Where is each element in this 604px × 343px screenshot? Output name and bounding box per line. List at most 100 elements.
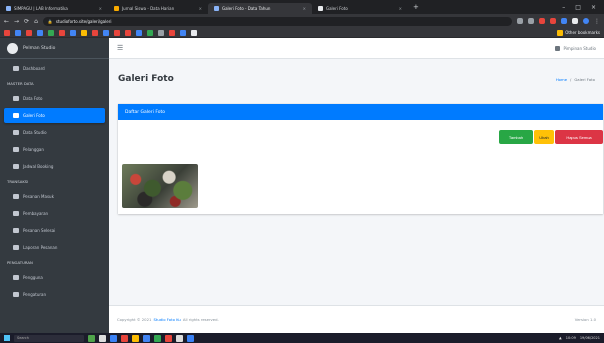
sidebar-item-jadwal-booking[interactable]: Jadwal Booking [4,159,105,174]
bookmark-icon[interactable] [26,29,32,36]
sidebar-item-pengguna[interactable]: Pengguna [4,270,105,285]
taskbar-app-icon[interactable] [143,334,150,342]
menu-toggle-icon[interactable]: ☰ [117,44,123,52]
content-wrapper: Galeri Foto Home / Galeri Foto Daftar Ga… [109,59,604,305]
profile-avatar-icon[interactable] [583,18,589,24]
breadcrumb-current: Galeri Foto [574,76,595,82]
extension-icon[interactable] [572,18,578,24]
taskbar-app-icon[interactable] [154,334,161,342]
breadcrumb-home-link[interactable]: Home [556,77,567,82]
taskbar-app-icon[interactable] [165,334,172,342]
taskbar-app-icon[interactable] [110,334,117,342]
forward-icon[interactable]: → [14,18,19,25]
extension-icon[interactable] [550,18,556,24]
sidebar-item-laporan-pesanan[interactable]: Laporan Pesanan [4,240,105,255]
bookmark-icon[interactable] [191,29,197,36]
sidebar-item-pesanan-selesai[interactable]: Pesanan Selesai [4,223,105,238]
sidebar-section-header: TRANSAKSI [7,179,29,184]
extension-icon[interactable] [517,18,523,24]
url-input[interactable]: 🔒 studioforto.site/galeri/galeri [42,16,512,26]
sidebar-item-pengaturan[interactable]: Pengaturan [4,287,105,302]
sidebar-item-label: Data Foto [23,96,43,101]
lock-icon: 🔒 [47,18,53,24]
footer-brand-link[interactable]: Studio Foto Ku [153,317,180,322]
card-header: Daftar Galeri Foto [118,104,603,120]
bookmark-icon[interactable] [81,29,87,36]
bookmark-icon[interactable] [103,29,109,36]
taskbar-app-icon[interactable] [121,334,128,342]
bookmark-icon[interactable] [180,29,186,36]
bookmark-icon[interactable] [136,29,142,36]
brand-link[interactable]: Pelman Studio [0,38,109,59]
gallery-card: Daftar Galeri Foto Tambah Ubah Hapus Sem… [118,104,603,214]
tab-favicon-icon [214,6,219,11]
bookmark-icon[interactable] [59,29,65,36]
sidebar-item-data-studio[interactable]: Data Studio [4,125,105,140]
taskbar-search-input[interactable]: Search [14,334,84,342]
minimize-button[interactable]: – [562,4,565,11]
tab-title: Galeri Foto - Data Tahun [222,6,271,11]
taskbar-app-icon[interactable] [187,334,194,342]
other-bookmarks[interactable]: Other bookmarks [557,29,600,36]
tab-close-icon[interactable]: × [99,6,102,11]
extension-icon[interactable] [528,18,534,24]
gallery-photo-thumbnail[interactable] [122,164,198,208]
clock-time[interactable]: 10:09 [566,336,576,340]
bookmark-icon[interactable] [114,29,120,36]
edit-button[interactable]: Ubah [534,130,554,144]
taskbar-app-icon[interactable] [132,334,139,342]
browser-tab[interactable]: Jurnal Siswa - Data Harian × [108,3,208,14]
sidebar-item-pelanggan[interactable]: Pelanggan [4,142,105,157]
bookmark-icon[interactable] [70,29,76,36]
sidebar-section-header: MASTER DATA [7,81,34,86]
bookmark-icon[interactable] [48,29,54,36]
bookmark-icon[interactable] [15,29,21,36]
new-tab-button[interactable]: + [408,3,424,11]
home-icon[interactable]: ⌂ [34,18,38,25]
sidebar-item-dashboard[interactable]: Dashboard [4,61,105,76]
nav-icon [13,147,19,152]
taskbar-app-icon[interactable] [99,334,106,342]
sidebar-item-pembayaran[interactable]: Pembayaran [4,206,105,221]
bookmark-icon[interactable] [125,29,131,36]
user-menu[interactable]: Pimpinan Studio [555,45,596,51]
reload-icon[interactable]: ⟳ [24,18,29,25]
sidebar-nav: Dashboard MASTER DATA Data Foto Galeri Foto… [0,61,109,302]
footer-rights: All rights reserved. [182,317,219,322]
sidebar-item-galeri-foto[interactable]: Galeri Foto [4,108,105,123]
delete-all-button[interactable]: Hapus Semua [555,130,603,144]
browser-tab-active[interactable]: Galeri Foto - Data Tahun × [208,3,312,14]
bookmark-icon[interactable] [37,29,43,36]
bookmark-icon[interactable] [4,29,10,36]
taskbar-app-icon[interactable] [88,334,95,342]
address-bar-row: ← → ⟳ ⌂ 🔒 studioforto.site/galeri/galeri… [0,14,604,28]
browser-tab[interactable]: SIMPAGU | LAB Informatika × [0,3,108,14]
taskbar-app-icon[interactable] [176,334,183,342]
close-window-button[interactable]: × [591,4,596,11]
nav-icon [13,66,19,71]
tab-close-icon[interactable]: × [303,6,306,11]
extension-icon[interactable] [561,18,567,24]
network-icon[interactable]: ▲ [559,336,562,340]
more-menu-icon[interactable]: ⋮ [594,18,600,25]
extension-icon[interactable] [539,18,545,24]
sidebar-item-pesanan-masuk[interactable]: Pesanan Masuk [4,189,105,204]
sidebar-item-data-foto[interactable]: Data Foto [4,91,105,106]
browser-tab[interactable]: Galeri Foto × [312,3,408,14]
back-icon[interactable]: ← [4,18,9,25]
tab-close-icon[interactable]: × [199,6,202,11]
bookmark-icon[interactable] [169,29,175,36]
bookmarks-bar: Other bookmarks [0,28,604,38]
add-button[interactable]: Tambah [499,130,533,144]
bookmark-icon[interactable] [147,29,153,36]
bookmark-icon[interactable] [92,29,98,36]
clock-date[interactable]: 19/06/2021 [580,336,600,340]
tab-close-icon[interactable]: × [399,6,402,11]
nav-icon [13,228,19,233]
windows-start-icon[interactable] [4,335,10,341]
sidebar-item-label: Dashboard [23,66,45,71]
user-name: Pimpinan Studio [563,45,596,51]
bookmark-icon[interactable] [158,29,164,36]
tab-title: SIMPAGU | LAB Informatika [14,6,68,11]
maximize-button[interactable]: □ [575,4,581,11]
